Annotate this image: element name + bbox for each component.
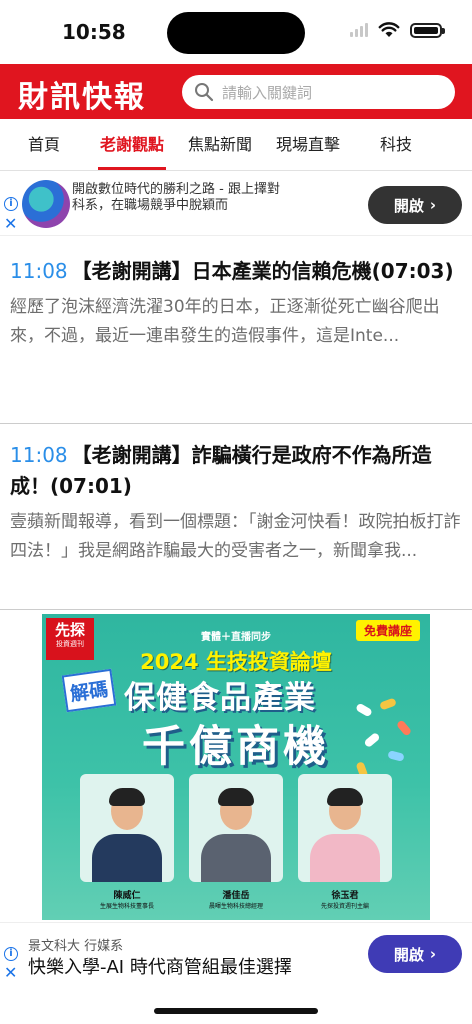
speaker-card: 潘佳岳 晨暉生物科技總經理 — [187, 774, 285, 910]
info-icon[interactable]: i — [4, 197, 18, 211]
speaker-name: 潘佳岳 — [222, 891, 250, 901]
app-header: 財訊快報 請輸入關鍵詞 — [0, 64, 472, 119]
speaker-card: 陳威仁 生展生物科技董事長 — [78, 774, 176, 910]
ad-text: 快樂入學-AI 時代商管組最佳選擇 — [28, 957, 292, 978]
tab-home[interactable]: 首頁 — [0, 119, 88, 170]
speaker-name: 徐玉君 — [331, 891, 359, 901]
speaker-card: 徐玉君 先探投資週刊主編 — [296, 774, 394, 910]
logo[interactable]: 財訊快報 — [18, 72, 146, 116]
dynamic-island — [167, 12, 305, 54]
tab-live[interactable]: 現場直擊 — [264, 119, 352, 170]
article-time: 11:08 — [10, 443, 68, 467]
search-bar[interactable]: 請輸入關鍵詞 — [182, 75, 455, 109]
promo-tag: 解碼 — [61, 668, 117, 713]
article-title-text: 【老謝開講】詐騙橫行是政府不作為所造成！(07:01) — [10, 443, 432, 498]
tab-commentary[interactable]: 老謝觀點 — [88, 119, 176, 170]
article-excerpt: 經歷了泡沫經濟洗濯30年的日本，正逐漸從死亡幽谷爬出來，不過，最近一連串發生的造… — [10, 297, 440, 346]
promo-banner[interactable]: 先探 投資週刊 實體＋直播同步 免費講座 2024 生技投資論壇 解碼 保健食品… — [42, 614, 430, 920]
speaker-title: 先探投資週刊主編 — [320, 903, 369, 910]
signal-icon — [350, 23, 368, 37]
speaker-name: 陳威仁 — [113, 891, 141, 901]
article-excerpt: 壹蘋新聞報導，看到一個標題：「謝金河快看！政院拍板打詐四法！」我是網路詐騙最大的… — [10, 512, 461, 561]
ad-open-label: 開啟 — [393, 945, 424, 964]
wifi-icon — [378, 22, 400, 37]
home-indicator[interactable] — [154, 1008, 318, 1014]
chevron-right-icon: › — [429, 945, 437, 963]
speaker-photo — [298, 774, 392, 882]
tab-tech[interactable]: 科技 — [352, 119, 440, 170]
info-icon[interactable]: i — [4, 947, 18, 961]
close-icon[interactable]: ✕ — [4, 216, 17, 232]
ad-open-label: 開啟 — [393, 196, 424, 215]
top-ad-banner[interactable]: i ✕ 開啟數位時代的勝利之路 - 跟上擇對科系，在職場競爭中脫穎而 開啟 › — [0, 172, 472, 236]
article-item[interactable]: 11:08 【老謝開講】日本產業的信賴危機(07:03) 經歷了泡沫經濟洗濯30年… — [0, 240, 472, 424]
speaker-photo — [80, 774, 174, 882]
ad-thumbnail — [22, 180, 70, 228]
promo-headline: 保健食品產業 — [124, 680, 316, 716]
speaker-title: 晨暉生物科技總經理 — [208, 903, 263, 910]
ad-text: 開啟數位時代的勝利之路 - 跟上擇對科系，在職場競爭中脫穎而 — [72, 182, 280, 213]
status-icons — [350, 22, 445, 38]
category-tabs: 首頁 老謝觀點 焦點新聞 現場直擊 科技 產 — [0, 119, 472, 171]
article-title[interactable]: 11:08 【老謝開講】日本產業的信賴危機(07:03) — [10, 256, 462, 287]
ad-source: 景文科大 行媒系 — [28, 939, 124, 954]
speaker-photo — [189, 774, 283, 882]
tab-industry[interactable]: 產 — [440, 119, 472, 170]
status-time: 10:58 — [62, 20, 126, 44]
article-time: 11:08 — [10, 259, 68, 283]
bottom-ad-banner[interactable]: i ✕ 景文科大 行媒系 快樂入學-AI 時代商管組最佳選擇 開啟 › — [0, 922, 472, 986]
tab-focus-news[interactable]: 焦點新聞 — [176, 119, 264, 170]
search-input[interactable]: 請輸入關鍵詞 — [222, 82, 312, 103]
ad-open-button[interactable]: 開啟 › — [368, 186, 462, 224]
article-item[interactable]: 11:08 【老謝開講】詐騙橫行是政府不作為所造成！(07:01) 壹蘋新聞報導，… — [0, 424, 472, 610]
search-icon — [195, 83, 214, 102]
pills-illustration — [350, 696, 420, 786]
status-bar: 10:58 — [0, 0, 472, 64]
article-title[interactable]: 11:08 【老謝開講】詐騙橫行是政府不作為所造成！(07:01) — [10, 440, 462, 502]
close-icon[interactable]: ✕ — [4, 965, 17, 981]
article-title-text: 【老謝開講】日本產業的信賴危機(07:03) — [71, 259, 454, 283]
promo-badge: 免費講座 — [355, 620, 420, 641]
speaker-title: 生展生物科技董事長 — [99, 903, 154, 910]
ad-open-button[interactable]: 開啟 › — [368, 935, 462, 973]
battery-icon — [410, 22, 445, 38]
chevron-right-icon: › — [429, 196, 437, 214]
